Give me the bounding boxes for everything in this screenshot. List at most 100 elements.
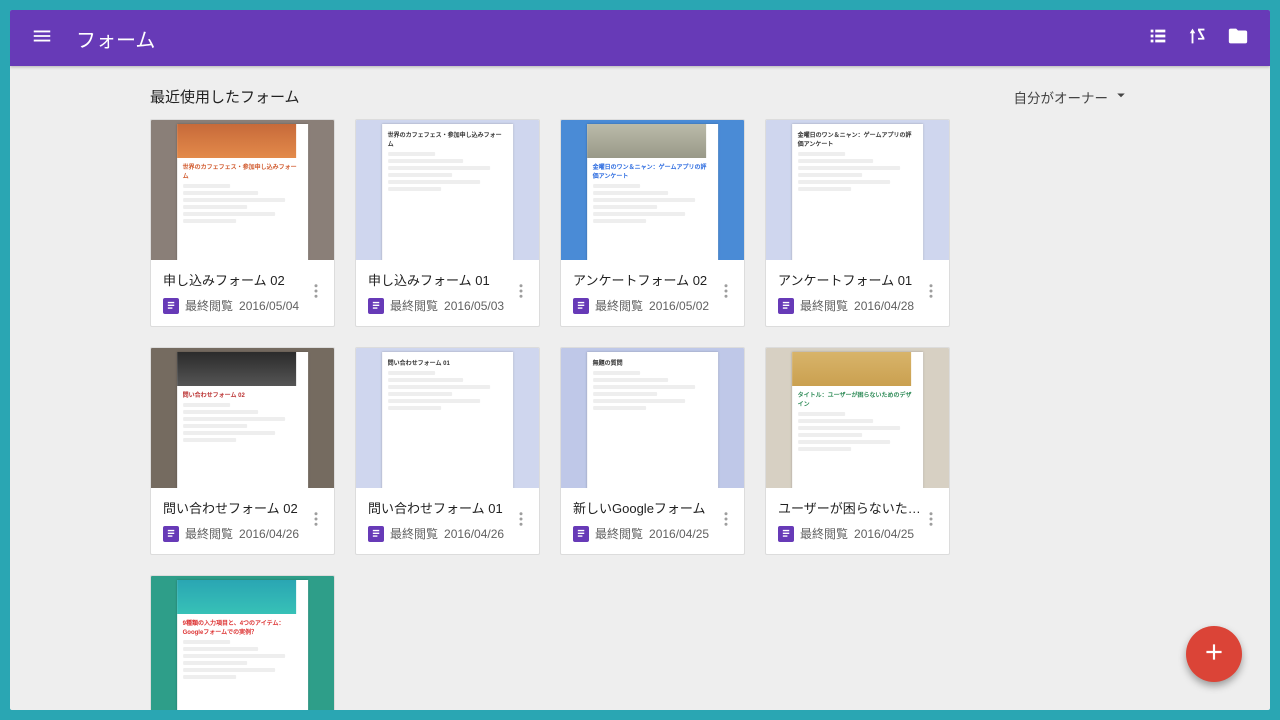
last-viewed-date: 2016/05/02 xyxy=(649,299,709,313)
card-more-button[interactable] xyxy=(302,279,330,307)
card-subline: 最終閲覧 2016/04/26 xyxy=(163,525,324,542)
last-viewed-label: 最終閲覧 xyxy=(185,525,233,542)
more-vert-icon xyxy=(307,510,325,533)
card-title: ユーザーが困らないため... xyxy=(778,498,939,517)
form-icon xyxy=(778,526,794,542)
thumbnail-title: 世界のカフェフェス・参加申し込みフォーム xyxy=(183,162,303,180)
form-card[interactable]: 世界のカフェフェス・参加申し込みフォーム申し込みフォーム 02最終閲覧2016/… xyxy=(150,119,335,327)
form-card[interactable]: 9種類の入力項目と、4つのアイテム：Googleフォームでの実例？9種類の入力項… xyxy=(150,575,335,710)
form-card[interactable]: 世界のカフェフェス・参加申し込みフォーム申し込みフォーム 01 最終閲覧 2016/… xyxy=(355,119,540,327)
more-vert-icon xyxy=(512,282,530,305)
card-subline: 最終閲覧 2016/04/28 xyxy=(778,297,939,314)
card-subline: 最終閲覧2016/04/25 xyxy=(573,525,734,542)
form-thumbnail: 金曜日のワン＆ニャン：ゲームアプリの評価アンケート xyxy=(766,120,949,260)
last-viewed-label: 最終閲覧 xyxy=(800,525,848,542)
card-more-button[interactable] xyxy=(917,507,945,535)
menu-button[interactable] xyxy=(22,18,62,58)
form-thumbnail: タイトル：ユーザーが困らないためのデザイン xyxy=(766,348,949,488)
last-viewed-label: 最終閲覧 xyxy=(390,297,438,314)
card-title: 問い合わせフォーム 01 xyxy=(368,498,529,517)
card-more-button[interactable] xyxy=(712,279,740,307)
app-window: フォーム 最近使用したフォーム xyxy=(10,10,1270,710)
card-meta: 申し込みフォーム 01 最終閲覧 2016/05/03 xyxy=(356,260,539,326)
card-title: 問い合わせフォーム 02 xyxy=(163,498,324,517)
form-card[interactable]: 金曜日のワン＆ニャン：ゲームアプリの評価アンケートアンケートフォーム 01 最終閲… xyxy=(765,119,950,327)
more-vert-icon xyxy=(922,510,940,533)
form-thumbnail: 世界のカフェフェス・参加申し込みフォーム xyxy=(356,120,539,260)
last-viewed-date: 2016/04/26 xyxy=(239,527,299,541)
form-icon xyxy=(573,298,589,314)
form-icon xyxy=(368,298,384,314)
last-viewed-date: 2016/05/04 xyxy=(239,299,299,313)
owner-filter-label: 自分がオーナー xyxy=(1014,87,1109,107)
app-title: フォーム xyxy=(76,24,155,53)
card-more-button[interactable] xyxy=(917,279,945,307)
card-more-button[interactable] xyxy=(507,507,535,535)
thumbnail-title: 問い合わせフォーム 01 xyxy=(388,358,508,367)
sort-az-button[interactable] xyxy=(1178,18,1218,58)
form-thumbnail: 無題の質問 xyxy=(561,348,744,488)
card-meta: 問い合わせフォーム 01 最終閲覧 2016/04/26 xyxy=(356,488,539,554)
card-subline: 最終閲覧 2016/04/25 xyxy=(778,525,939,542)
last-viewed-date: 2016/04/28 xyxy=(854,299,914,313)
thumbnail-title: タイトル：ユーザーが困らないためのデザイン xyxy=(798,390,918,408)
thumbnail-title: 無題の質問 xyxy=(593,358,713,367)
card-meta: アンケートフォーム 02 最終閲覧 2016/05/02 xyxy=(561,260,744,326)
card-title: 申し込みフォーム 01 xyxy=(368,270,529,289)
card-more-button[interactable] xyxy=(302,507,330,535)
card-meta: 問い合わせフォーム 02 最終閲覧 2016/04/26 xyxy=(151,488,334,554)
form-card[interactable]: 問い合わせフォーム 01 問い合わせフォーム 01 最終閲覧 2016/04/26 xyxy=(355,347,540,555)
hamburger-icon xyxy=(31,25,53,52)
card-title: アンケートフォーム 02 xyxy=(573,270,734,289)
card-subline: 最終閲覧 2016/05/04 xyxy=(163,297,324,314)
more-vert-icon xyxy=(717,510,735,533)
thumbnail-title: 世界のカフェフェス・参加申し込みフォーム xyxy=(388,130,508,148)
top-app-bar: フォーム xyxy=(10,10,1270,66)
last-viewed-date: 2016/05/03 xyxy=(444,299,504,313)
form-icon xyxy=(778,298,794,314)
thumbnail-title: 9種類の入力項目と、4つのアイテム：Googleフォームでの実例？ xyxy=(183,618,303,636)
chevron-down-icon xyxy=(1112,86,1130,107)
content-area: 最近使用したフォーム 自分がオーナー 世界のカフェフェス・参加申し込みフォーム申… xyxy=(10,66,1270,710)
form-thumbnail: 9種類の入力項目と、4つのアイテム：Googleフォームでの実例？ xyxy=(151,576,334,710)
last-viewed-date: 2016/04/25 xyxy=(854,527,914,541)
card-title: アンケートフォーム 01 xyxy=(778,270,939,289)
card-title: 新しいGoogleフォーム xyxy=(573,498,734,517)
card-meta: アンケートフォーム 01 最終閲覧 2016/04/28 xyxy=(766,260,949,326)
forms-grid: 世界のカフェフェス・参加申し込みフォーム申し込みフォーム 02最終閲覧2016/… xyxy=(10,119,1270,710)
form-thumbnail: 問い合わせフォーム 01 xyxy=(356,348,539,488)
last-viewed-label: 最終閲覧 xyxy=(390,525,438,542)
thumbnail-title: 金曜日のワン＆ニャン：ゲームアプリの評価アンケート xyxy=(798,130,918,148)
create-new-fab[interactable] xyxy=(1186,626,1242,682)
card-subline: 最終閲覧 2016/04/26 xyxy=(368,525,529,542)
form-card[interactable]: 問い合わせフォーム 02 問い合わせフォーム 02 最終閲覧 2016/04/26 xyxy=(150,347,335,555)
form-thumbnail: 世界のカフェフェス・参加申し込みフォーム xyxy=(151,120,334,260)
last-viewed-label: 最終閲覧 xyxy=(595,525,643,542)
card-meta: 申し込みフォーム 02最終閲覧2016/05/04 xyxy=(151,260,334,326)
plus-icon xyxy=(1201,639,1227,670)
list-icon xyxy=(1147,25,1169,52)
sort-az-icon xyxy=(1187,25,1209,52)
thumbnail-title: 問い合わせフォーム 02 xyxy=(183,390,303,399)
more-vert-icon xyxy=(922,282,940,305)
card-subline: 最終閲覧 2016/05/03 xyxy=(368,297,529,314)
form-card[interactable]: 金曜日のワン＆ニャン：ゲームアプリの評価アンケートアンケートフォーム 02 最終閲… xyxy=(560,119,745,327)
form-icon xyxy=(163,298,179,314)
card-meta: 新しいGoogleフォーム最終閲覧2016/04/25 xyxy=(561,488,744,554)
open-folder-button[interactable] xyxy=(1218,18,1258,58)
list-view-button[interactable] xyxy=(1138,18,1178,58)
card-more-button[interactable] xyxy=(712,507,740,535)
more-vert-icon xyxy=(512,510,530,533)
last-viewed-date: 2016/04/26 xyxy=(444,527,504,541)
form-card[interactable]: タイトル：ユーザーが困らないためのデザインユーザーが困らないため... 最終閲覧 2… xyxy=(765,347,950,555)
thumbnail-title: 金曜日のワン＆ニャン：ゲームアプリの評価アンケート xyxy=(593,162,713,180)
form-card[interactable]: 無題の質問新しいGoogleフォーム最終閲覧2016/04/25 xyxy=(560,347,745,555)
card-subline: 最終閲覧 2016/05/02 xyxy=(573,297,734,314)
more-vert-icon xyxy=(717,282,735,305)
last-viewed-label: 最終閲覧 xyxy=(185,297,233,314)
card-more-button[interactable] xyxy=(507,279,535,307)
owner-filter-dropdown[interactable]: 自分がオーナー xyxy=(1014,86,1131,107)
last-viewed-label: 最終閲覧 xyxy=(595,297,643,314)
form-thumbnail: 金曜日のワン＆ニャン：ゲームアプリの評価アンケート xyxy=(561,120,744,260)
last-viewed-label: 最終閲覧 xyxy=(800,297,848,314)
